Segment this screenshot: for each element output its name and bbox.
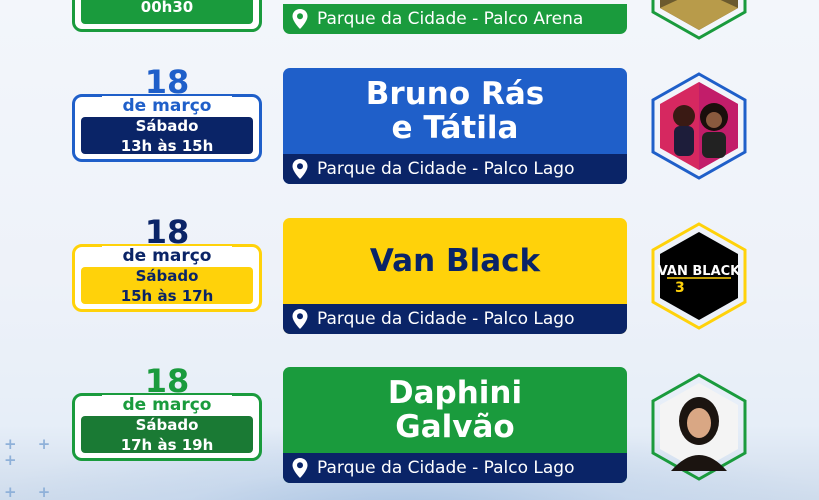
- top-location-text: Parque da Cidade - Palco Arena: [317, 9, 584, 29]
- location-text: Parque da Cidade - Palco Lago: [317, 159, 575, 179]
- date-badge: Sábado 17h às 19h 18 de março: [72, 362, 262, 462]
- time-range: 17h às 19h: [120, 435, 214, 454]
- location-text: Parque da Cidade - Palco Lago: [317, 458, 575, 478]
- date-badge: Sábado 13h às 15h 18 de março: [72, 63, 262, 163]
- artist-name-line1: Daphini: [387, 375, 523, 411]
- weekday: Sábado: [135, 266, 199, 285]
- weekday: Sábado: [135, 116, 199, 135]
- map-pin-icon: [292, 159, 308, 179]
- date-month: de março: [102, 96, 232, 116]
- date-day: 18: [144, 362, 190, 400]
- map-pin-icon: [292, 458, 308, 478]
- van-black-logo-text: VAN BLACK: [658, 264, 741, 279]
- artist-card: Bruno Rás e Tátila Parque da Cidade - Pa…: [283, 68, 627, 184]
- artist-name-line1: Bruno Rás: [365, 76, 545, 112]
- artist-photo: [649, 371, 749, 483]
- map-pin-icon: [292, 309, 308, 329]
- location-bar: Parque da Cidade - Palco Lago: [283, 304, 627, 334]
- top-date-badge: 00h30: [72, 0, 262, 32]
- location-bar: Parque da Cidade - Palco Lago: [283, 453, 627, 483]
- time-range: 13h às 15h: [120, 136, 214, 155]
- artist-logo: VAN BLACK 3: [649, 220, 749, 332]
- artist-name-line2: Galvão: [395, 409, 515, 445]
- artist-card: Van Black Parque da Cidade - Palco Lago: [283, 218, 627, 334]
- weekday: Sábado: [135, 415, 199, 434]
- date-day: 18: [144, 63, 190, 101]
- location-bar: Parque da Cidade - Palco Lago: [283, 154, 627, 184]
- top-time: 00h30: [140, 0, 194, 16]
- date-badge: Sábado 15h às 17h 18 de março: [72, 213, 262, 313]
- svg-text:3: 3: [675, 280, 685, 296]
- artist-name-line1: Van Black: [369, 243, 541, 279]
- location-text: Parque da Cidade - Palco Lago: [317, 309, 575, 329]
- map-pin-icon: [292, 9, 308, 29]
- top-artist-photo: [649, 0, 749, 42]
- date-month: de março: [102, 246, 232, 266]
- date-month: de março: [102, 395, 232, 415]
- top-location-bar: Parque da Cidade - Palco Arena: [283, 4, 627, 34]
- artist-name-line2: e Tátila: [391, 110, 519, 146]
- date-day: 18: [144, 213, 190, 251]
- artist-photo: [649, 70, 749, 182]
- time-range: 15h às 17h: [120, 286, 214, 305]
- artist-card: Daphini Galvão Parque da Cidade - Palco …: [283, 367, 627, 483]
